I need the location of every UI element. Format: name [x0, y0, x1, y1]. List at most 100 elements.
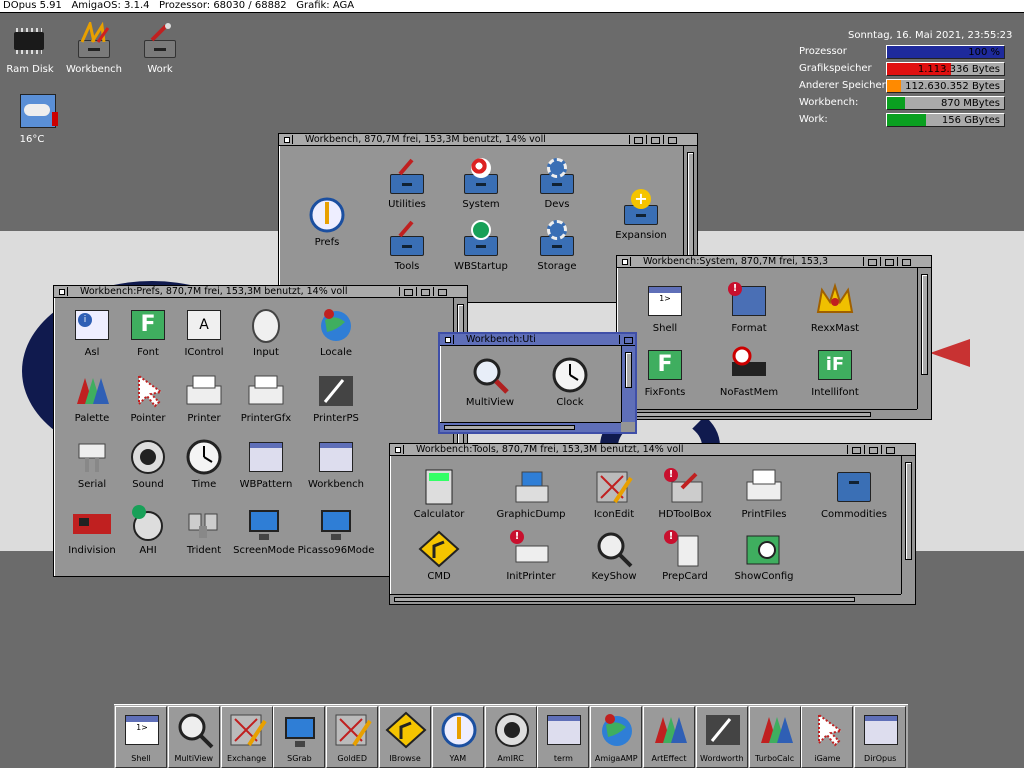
- dock-button-amigaamp[interactable]: AmigaAMP: [590, 706, 643, 768]
- iconify-gadget-icon[interactable]: [399, 287, 415, 296]
- icon-input[interactable]: Input: [226, 306, 306, 358]
- icon-cmd[interactable]: CMD: [399, 530, 479, 582]
- scroll-knob[interactable]: [905, 462, 912, 560]
- icon-utilities[interactable]: Utilities: [367, 158, 447, 210]
- horizontal-scrollbar[interactable]: [617, 409, 917, 419]
- icon-wbstartup[interactable]: WBStartup: [441, 220, 521, 272]
- scroll-knob[interactable]: [921, 274, 928, 375]
- scroll-knob[interactable]: [444, 425, 575, 430]
- scroll-knob[interactable]: [687, 152, 694, 258]
- close-gadget-icon[interactable]: [281, 135, 293, 144]
- dock-button-ibrowse[interactable]: IBrowse: [379, 706, 431, 768]
- meter-value: 156 GBytes: [941, 115, 1000, 126]
- dock-button-turbocalc[interactable]: TurboCalc: [748, 706, 801, 768]
- icon-clock[interactable]: Clock: [530, 356, 610, 408]
- icon-system[interactable]: System: [441, 158, 521, 210]
- horizontal-scrollbar[interactable]: [390, 594, 901, 604]
- dock-button-arteffect[interactable]: ArtEffect: [643, 706, 695, 768]
- scroll-knob[interactable]: [625, 352, 632, 388]
- zoom-gadget-icon[interactable]: [880, 257, 896, 266]
- window-utilities[interactable]: Workbench:Uti MultiView Clock: [438, 332, 637, 434]
- icon-expansion[interactable]: + Expansion: [601, 189, 681, 241]
- meter-bar: 112.630.352 Bytes: [886, 79, 1005, 93]
- iconify-gadget-icon[interactable]: [863, 257, 879, 266]
- dock-button-multiview[interactable]: MultiView: [167, 706, 220, 768]
- window-tools[interactable]: Workbench:Tools, 870,7M frei, 153,3M ben…: [389, 443, 916, 605]
- window-title-bar[interactable]: Workbench, 870,7M frei, 153,3M benutzt, …: [279, 134, 697, 146]
- icon-prefs[interactable]: Prefs: [287, 196, 367, 248]
- depth-gadget-icon[interactable]: [881, 445, 897, 454]
- desktop-icon-ram-disk[interactable]: Ram Disk: [0, 22, 60, 75]
- dock-button-yam[interactable]: YAM: [431, 706, 484, 768]
- meter-fill: [887, 114, 926, 126]
- icon-multiview[interactable]: MultiView: [450, 356, 530, 408]
- icon-picasso96mode[interactable]: Picasso96Mode: [296, 504, 376, 556]
- zoom-gadget-icon[interactable]: [646, 135, 662, 144]
- icon-wbpattern[interactable]: WBPattern: [226, 438, 306, 490]
- icon-format[interactable]: ! Format: [709, 282, 789, 334]
- icon-keyshow[interactable]: KeyShow: [574, 530, 654, 582]
- dock-button-term[interactable]: term: [537, 706, 590, 768]
- icon-rexxmast[interactable]: RexxMast: [795, 282, 875, 334]
- scroll-knob[interactable]: [621, 412, 871, 417]
- dock-label: GoldED: [337, 754, 367, 763]
- window-title-bar[interactable]: Workbench:Tools, 870,7M frei, 153,3M ben…: [390, 444, 915, 456]
- icon-devs[interactable]: Devs: [517, 158, 597, 210]
- zoom-gadget-icon[interactable]: [416, 287, 432, 296]
- icon-fixfonts[interactable]: F FixFonts: [625, 346, 705, 398]
- depth-gadget-icon[interactable]: [619, 335, 635, 344]
- icon-storage[interactable]: Storage: [517, 220, 597, 272]
- dock-button-exchange[interactable]: Exchange: [220, 706, 273, 768]
- dock-button-wordworth[interactable]: Wordworth: [695, 706, 748, 768]
- dock-button-amirc[interactable]: AmIRC: [484, 706, 537, 768]
- dock-button-shell[interactable]: 1> Shell: [115, 706, 167, 768]
- icon-iconedit[interactable]: IconEdit: [574, 468, 654, 520]
- close-gadget-icon[interactable]: [56, 287, 68, 296]
- depth-gadget-icon[interactable]: [433, 287, 449, 296]
- icon-nofastmem[interactable]: NoFastMem: [709, 346, 789, 398]
- close-gadget-icon[interactable]: [619, 257, 631, 266]
- icon-showconfig[interactable]: ShowConfig: [724, 530, 804, 582]
- window-system[interactable]: Workbench:System, 870,7M frei, 153,3 1> S…: [616, 255, 932, 420]
- dock-button-igame[interactable]: iGame: [801, 706, 854, 768]
- close-gadget-icon[interactable]: [442, 335, 454, 344]
- icon-calculator[interactable]: Calculator: [399, 468, 479, 520]
- window-title-bar[interactable]: Workbench:Prefs, 870,7M frei, 153,3M ben…: [54, 286, 467, 298]
- icon-printerps[interactable]: PrinterPS: [296, 372, 376, 424]
- icon-graphicdump[interactable]: GraphicDump: [491, 468, 571, 520]
- ram-chip-icon: [8, 22, 52, 62]
- icon-workbench[interactable]: Workbench: [296, 438, 376, 490]
- depth-gadget-icon[interactable]: [897, 257, 913, 266]
- icon-printfiles[interactable]: PrintFiles: [724, 468, 804, 520]
- zoom-gadget-icon[interactable]: [864, 445, 880, 454]
- desktop-icon-weather[interactable]: 16°C: [2, 92, 62, 145]
- vertical-scrollbar[interactable]: [917, 268, 931, 409]
- window-title-bar[interactable]: Workbench:Uti: [440, 334, 635, 346]
- icon-locale[interactable]: Locale: [296, 306, 376, 358]
- vertical-scrollbar[interactable]: [901, 456, 915, 594]
- iconify-gadget-icon[interactable]: [847, 445, 863, 454]
- horizontal-scrollbar[interactable]: [440, 422, 621, 432]
- icon-tools[interactable]: Tools: [367, 220, 447, 272]
- depth-gadget-icon[interactable]: [663, 135, 679, 144]
- scroll-knob[interactable]: [394, 597, 855, 602]
- desktop-icon-work[interactable]: Work: [130, 22, 190, 75]
- vertical-scrollbar[interactable]: [621, 346, 635, 422]
- desktop-icon-workbench[interactable]: Workbench: [64, 22, 124, 75]
- icon-printergfx[interactable]: PrinterGfx: [226, 372, 306, 424]
- icon-initprinter[interactable]: ! InitPrinter: [491, 530, 571, 582]
- icon-commodities[interactable]: Commodities: [814, 468, 894, 520]
- desktop-icon-label: Ram Disk: [6, 64, 54, 75]
- dock-button-diropus[interactable]: DirOpus: [854, 706, 907, 768]
- dock-button-sgrab[interactable]: SGrab: [273, 706, 326, 768]
- window-title-bar[interactable]: Workbench:System, 870,7M frei, 153,3: [617, 256, 931, 268]
- close-gadget-icon[interactable]: [392, 445, 404, 454]
- icon-prepcard[interactable]: ! PrepCard: [645, 530, 725, 582]
- icon-hdtoolbox[interactable]: ! HDToolBox: [645, 468, 725, 520]
- icon-intellifont[interactable]: iF Intellifont: [795, 346, 875, 398]
- iconify-gadget-icon[interactable]: [629, 135, 645, 144]
- icon-label: Input: [253, 347, 279, 358]
- icon-screenmode[interactable]: ScreenMode: [224, 504, 304, 556]
- dock-button-golded[interactable]: GoldED: [326, 706, 379, 768]
- icon-shell[interactable]: 1> Shell: [625, 282, 705, 334]
